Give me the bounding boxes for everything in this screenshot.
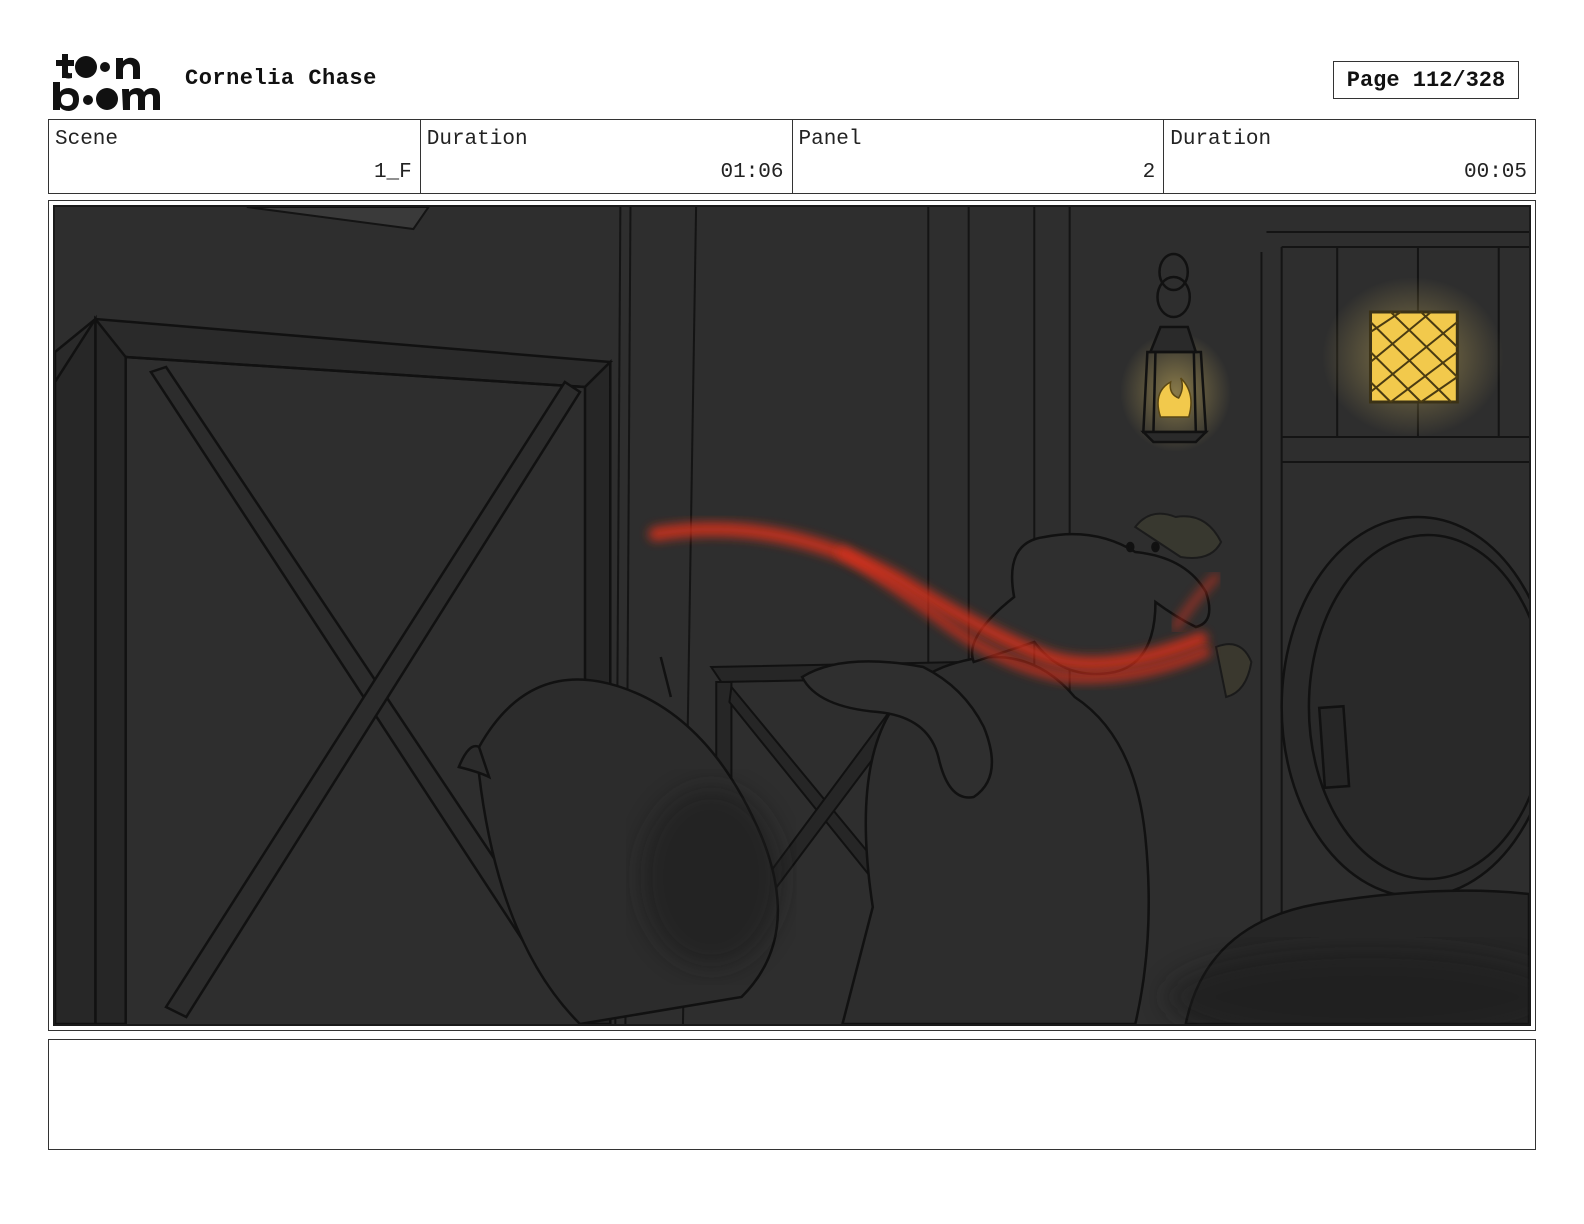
toonboom-logo xyxy=(50,50,165,112)
scene-info-table: Scene 1_F Duration 01:06 Panel 2 Duratio… xyxy=(48,119,1536,194)
panel-duration-label: Duration xyxy=(1170,128,1272,151)
storyboard-panel-image xyxy=(53,205,1531,1026)
panel-value: 2 xyxy=(1142,161,1156,184)
panel-cell: Panel 2 xyxy=(793,120,1165,193)
scene-duration-cell: Duration 01:06 xyxy=(421,120,793,193)
panel-duration-value: 00:05 xyxy=(1463,161,1527,184)
scene-label: Scene xyxy=(55,128,119,151)
page-indicator: Page 112/328 xyxy=(1333,61,1519,99)
scene-value: 1_F xyxy=(373,161,412,184)
scene-cell: Scene 1_F xyxy=(49,120,421,193)
panel-label: Panel xyxy=(798,128,862,151)
scene-duration-value: 01:06 xyxy=(720,161,784,184)
panel-duration-cell: Duration 00:05 xyxy=(1164,120,1535,193)
panel-notes-box xyxy=(48,1039,1536,1150)
scene-duration-label: Duration xyxy=(426,128,528,151)
storyboard-panel-frame xyxy=(48,200,1536,1031)
project-title: Cornelia Chase xyxy=(185,66,377,91)
logo-icon xyxy=(53,54,160,111)
storyboard-sketch-image xyxy=(55,207,1529,1024)
